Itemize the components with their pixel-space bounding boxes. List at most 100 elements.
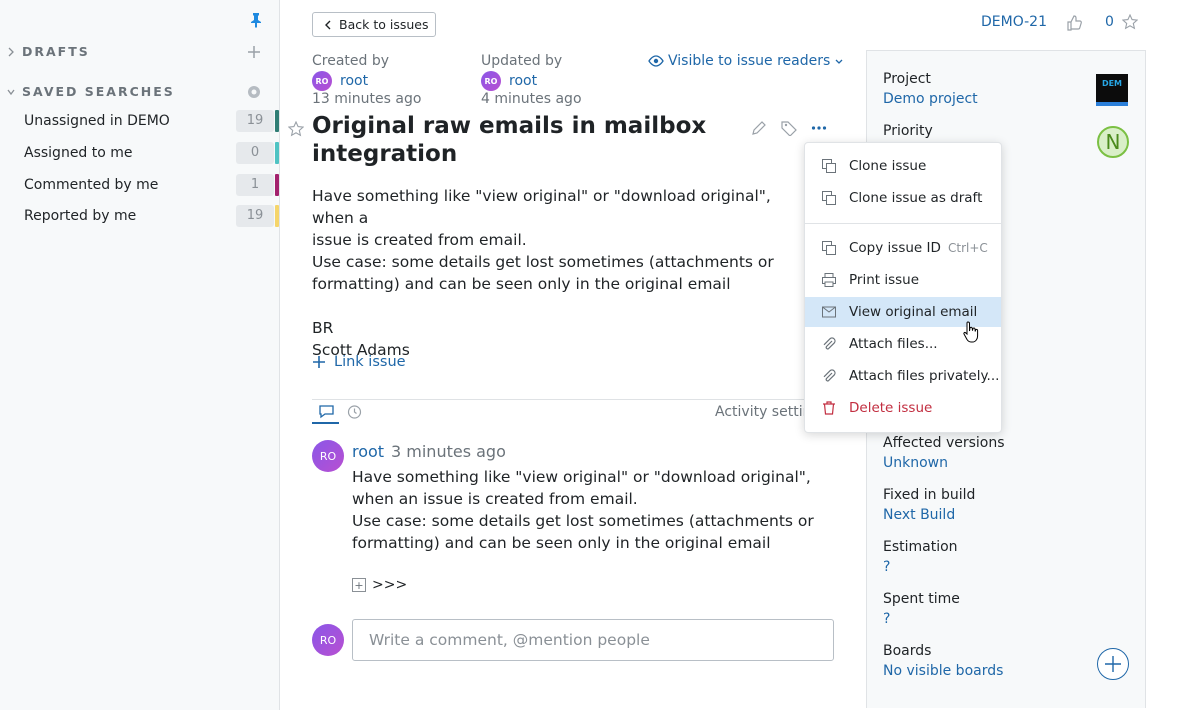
- created-by-user[interactable]: RO root: [312, 71, 368, 91]
- visibility-label: Visible to issue readers: [668, 53, 831, 69]
- sidebar-item-count: 1: [236, 174, 274, 196]
- description-line: BR: [312, 319, 334, 337]
- menu-divider: [805, 223, 1001, 224]
- issue-id[interactable]: DEMO-21: [981, 14, 1047, 30]
- print-icon: [822, 273, 836, 287]
- updated-by-username: root: [509, 73, 538, 89]
- affected-versions-label: Affected versions: [883, 435, 1005, 451]
- avatar: RO: [312, 624, 344, 656]
- eye-icon: [648, 55, 664, 67]
- visibility-dropdown[interactable]: Visible to issue readers: [648, 53, 844, 69]
- sidebar-item-unassigned-in-demo[interactable]: Unassigned in DEMO 19: [0, 107, 280, 137]
- updated-time: 4 minutes ago: [481, 91, 582, 107]
- chevron-right-icon: [8, 47, 14, 57]
- chevron-down-icon: [835, 59, 843, 64]
- created-by-username: root: [340, 73, 369, 89]
- hand-cursor-icon: [963, 321, 979, 343]
- sidebar-item-reported-by-me[interactable]: Reported by me 19: [0, 202, 280, 232]
- sidebar-item-commented-by-me[interactable]: Commented by me 1: [0, 171, 280, 201]
- comment-line: formatting) and can be seen only in the …: [352, 534, 771, 552]
- activity-divider: [312, 399, 834, 400]
- color-swatch: [275, 174, 279, 196]
- plus-icon: [313, 356, 325, 368]
- description-blank-line: [312, 295, 807, 317]
- add-board-button[interactable]: [1097, 648, 1129, 680]
- expand-icon: +: [352, 578, 366, 592]
- trash-icon: [823, 401, 835, 415]
- chevron-left-icon: [325, 20, 331, 29]
- menu-item-attach-files-privately[interactable]: Attach files privately...: [805, 361, 1001, 391]
- comment-input[interactable]: [352, 619, 834, 661]
- expand-quote-toggle[interactable]: + >>>: [352, 577, 407, 593]
- clone-icon: [822, 191, 836, 205]
- pencil-icon[interactable]: [751, 120, 767, 136]
- boards-value[interactable]: No visible boards: [883, 663, 1003, 679]
- avatar: RO: [481, 71, 501, 91]
- updated-by-user[interactable]: RO root: [481, 71, 537, 91]
- pin-icon[interactable]: [249, 12, 263, 28]
- description-line: formatting) and can be seen only in the …: [312, 275, 731, 293]
- sidebar-item-label: Reported by me: [24, 208, 137, 224]
- back-to-issues-button[interactable]: Back to issues: [312, 12, 436, 37]
- link-issue-button[interactable]: Link issue: [312, 354, 406, 370]
- menu-item-delete-issue[interactable]: Delete issue: [805, 393, 1001, 423]
- sidebar-item-label: Unassigned in DEMO: [24, 113, 170, 129]
- quote-toggle-label: >>>: [372, 577, 408, 593]
- chevron-down-icon: [7, 89, 15, 96]
- sidebar-item-count: 19: [236, 110, 274, 132]
- created-time: 13 minutes ago: [312, 91, 422, 107]
- boards-label: Boards: [883, 643, 932, 659]
- saved-searches-section-header[interactable]: SAVED SEARCHES: [0, 82, 280, 102]
- estimation-value[interactable]: ?: [883, 559, 890, 575]
- comment-line: Use case: some details get lost sometime…: [352, 512, 814, 530]
- plus-icon: [1105, 656, 1121, 672]
- comment-body: Have something like "view original" or "…: [352, 466, 822, 554]
- affected-versions-value[interactable]: Unknown: [883, 455, 948, 471]
- project-logo: DEM: [1096, 74, 1128, 106]
- back-to-issues-label: Back to issues: [339, 17, 429, 32]
- mail-icon: [822, 306, 836, 318]
- star-icon[interactable]: [1122, 14, 1138, 30]
- star-icon[interactable]: [288, 121, 304, 137]
- menu-item-clone-issue-as-draft[interactable]: Clone issue as draft: [805, 183, 1001, 213]
- menu-item-label: Print issue: [849, 272, 920, 288]
- menu-item-clone-issue[interactable]: Clone issue: [805, 151, 1001, 181]
- spent-time-label: Spent time: [883, 591, 960, 607]
- thumbs-up-icon[interactable]: [1066, 15, 1082, 31]
- fixed-in-build-value[interactable]: Next Build: [883, 507, 955, 523]
- menu-item-label: Attach files...: [849, 336, 938, 352]
- sidebar-item-count: 0: [236, 142, 274, 164]
- issue-title: Original raw emails in mailbox integrati…: [312, 113, 707, 167]
- clone-icon: [822, 159, 836, 173]
- estimation-label: Estimation: [883, 539, 958, 555]
- menu-item-label: View original email: [849, 304, 978, 320]
- issue-actions-menu: Clone issue Clone issue as draft Copy is…: [804, 142, 1002, 433]
- menu-item-print-issue[interactable]: Print issue: [805, 265, 1001, 295]
- project-field-value[interactable]: Demo project: [883, 91, 978, 107]
- link-issue-label: Link issue: [334, 354, 406, 370]
- tag-icon[interactable]: [781, 120, 797, 136]
- gear-icon[interactable]: [246, 84, 262, 100]
- project-field-label: Project: [883, 71, 931, 87]
- menu-item-label: Delete issue: [849, 400, 933, 416]
- comment-author[interactable]: root: [352, 442, 384, 461]
- description-line: Use case: some details get lost sometime…: [312, 253, 774, 271]
- activity-settings-link[interactable]: Activity settings: [715, 404, 807, 420]
- spent-time-value[interactable]: ?: [883, 611, 890, 627]
- sidebar-item-label: Commented by me: [24, 177, 159, 193]
- comments-tab-icon[interactable]: [319, 404, 334, 419]
- avatar: RO: [312, 71, 332, 91]
- add-draft-icon[interactable]: [246, 44, 262, 60]
- menu-item-copy-issue-id[interactable]: Copy issue ID Ctrl+C: [805, 233, 1001, 263]
- paperclip-icon: [823, 337, 836, 350]
- time-tracking-tab-icon[interactable]: [347, 404, 362, 419]
- sidebar-item-assigned-to-me[interactable]: Assigned to me 0: [0, 139, 280, 169]
- more-options-icon[interactable]: [811, 120, 827, 136]
- drafts-section-header[interactable]: DRAFTS: [0, 42, 280, 62]
- color-swatch: [275, 205, 279, 227]
- fixed-in-build-label: Fixed in build: [883, 487, 976, 503]
- sidebar-item-count: 19: [236, 205, 274, 227]
- color-swatch: [275, 142, 279, 164]
- comment-line: Have something like "view original" or "…: [352, 468, 811, 486]
- priority-badge[interactable]: N: [1097, 126, 1129, 158]
